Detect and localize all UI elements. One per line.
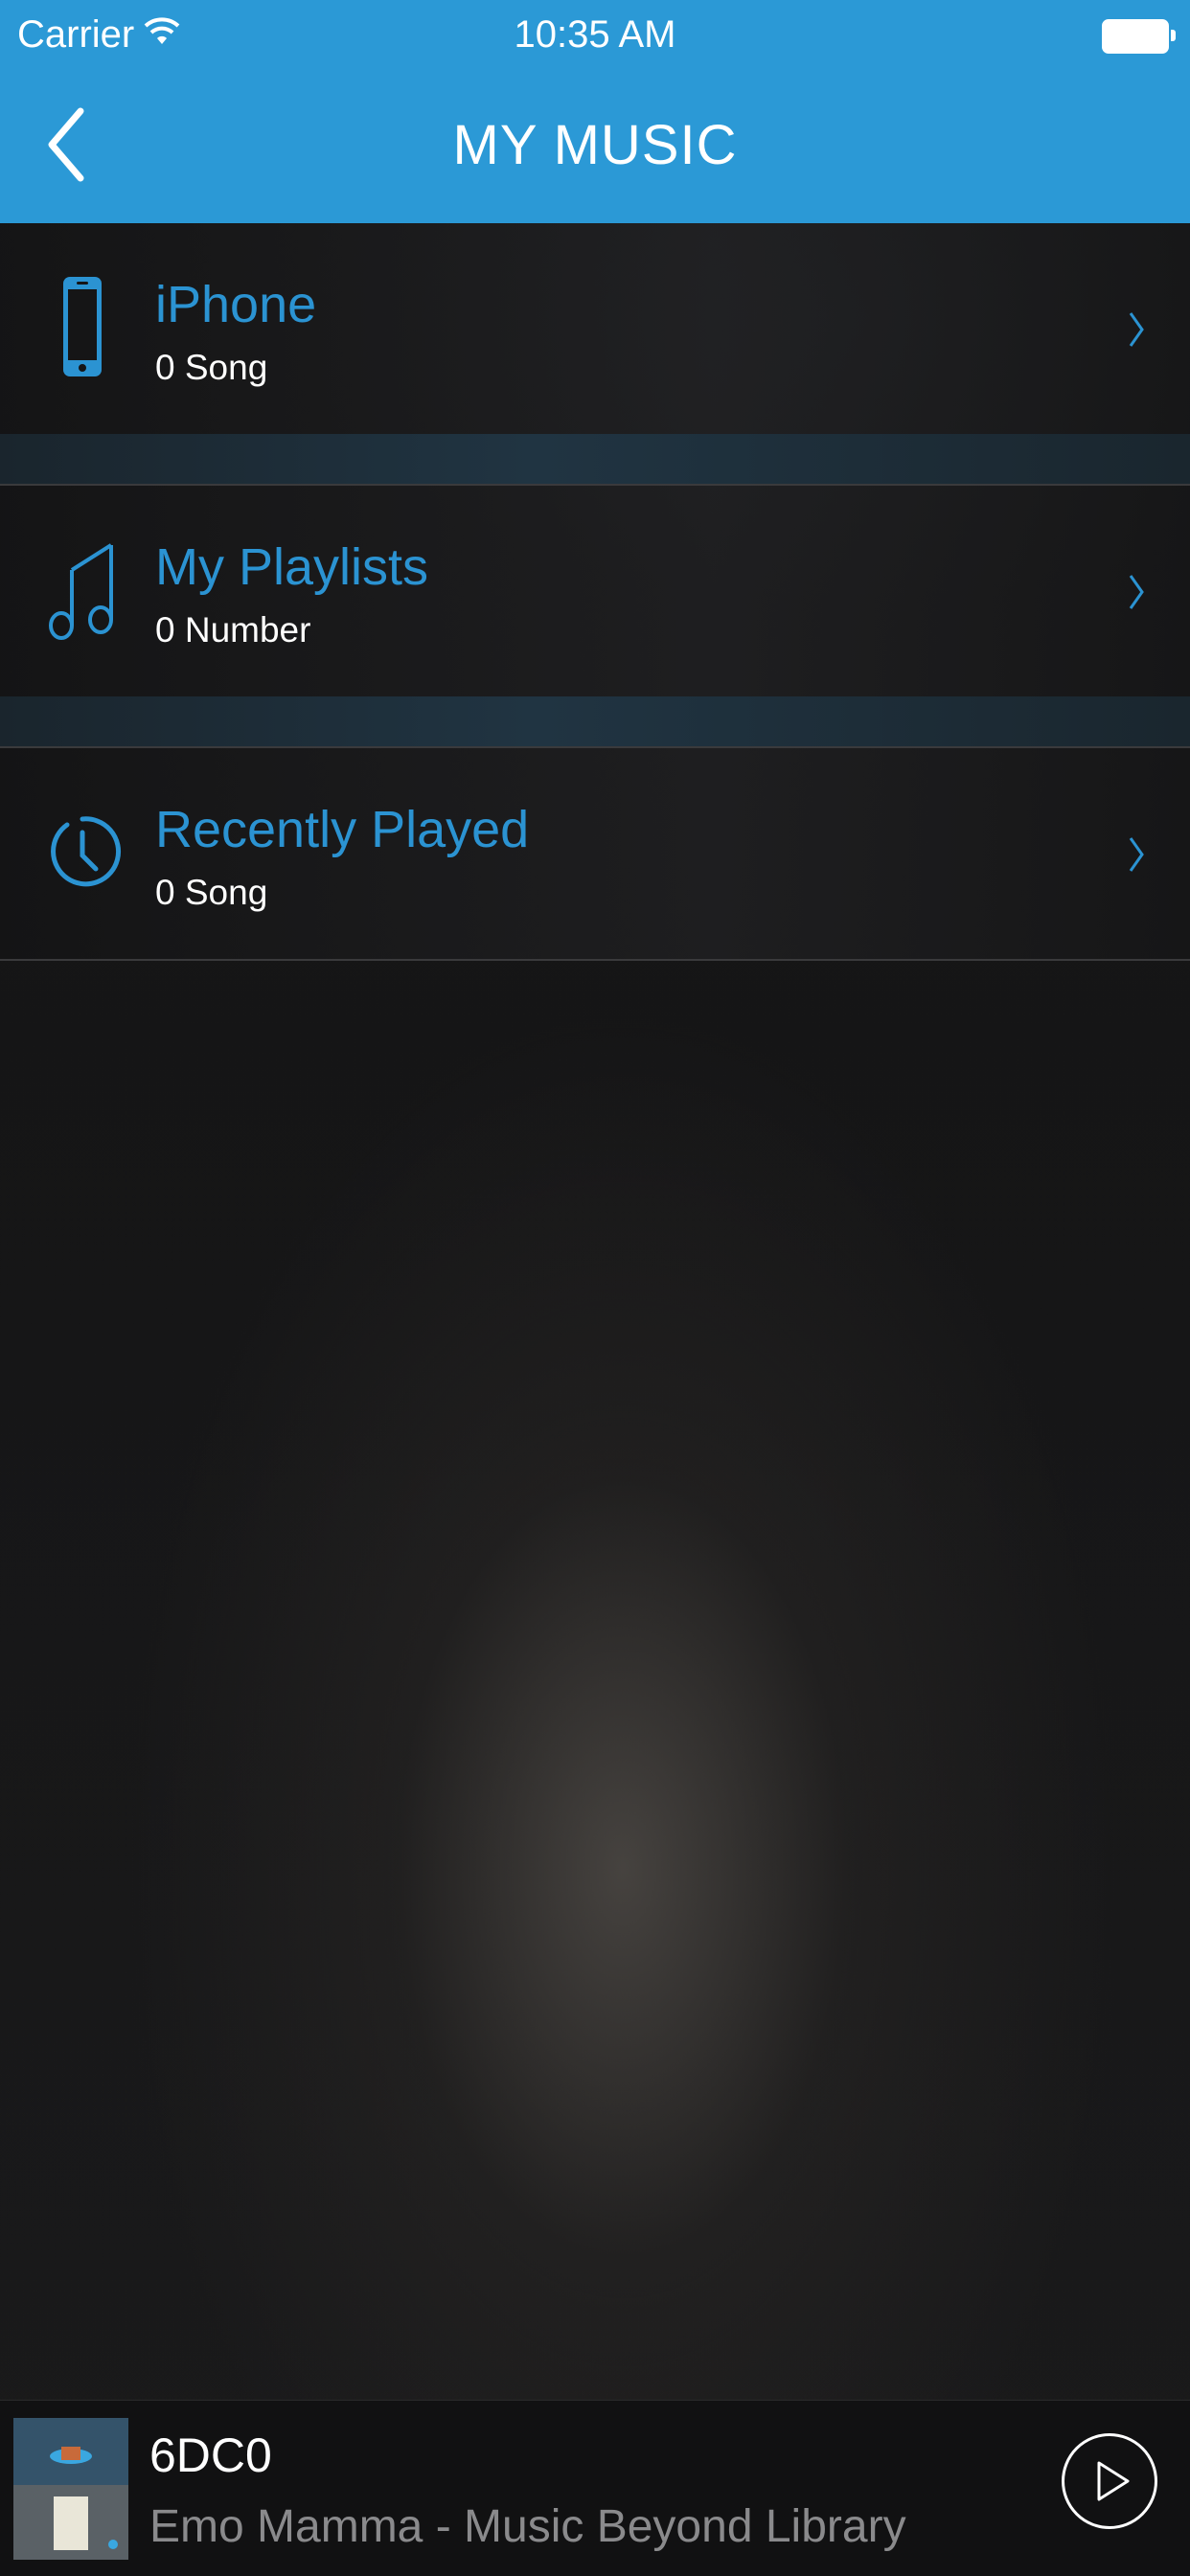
row-title: My Playlists xyxy=(155,538,429,596)
list-item-iphone[interactable]: iPhone 0 Song xyxy=(0,223,1190,436)
phone-icon xyxy=(63,277,102,376)
row-title: Recently Played xyxy=(155,801,530,858)
row-subtitle: 0 Song xyxy=(155,348,268,387)
mini-player[interactable]: 6DC0 Emo Mamma - Music Beyond Library xyxy=(0,2400,1190,2576)
track-subtitle: Emo Mamma - Music Beyond Library xyxy=(149,2501,906,2552)
navigation-bar: MY MUSIC xyxy=(0,73,1190,223)
chevron-right-icon xyxy=(1129,575,1144,609)
section-separator xyxy=(0,434,1190,486)
row-subtitle: 0 Song xyxy=(155,873,268,912)
row-subtitle: 0 Number xyxy=(155,610,311,650)
chevron-right-icon xyxy=(1129,312,1144,347)
album-art xyxy=(13,2418,128,2560)
battery-icon xyxy=(1102,19,1176,54)
list-item-my-playlists[interactable]: My Playlists 0 Number xyxy=(0,486,1190,698)
chevron-right-icon xyxy=(1129,837,1144,872)
music-note-icon xyxy=(49,543,113,640)
clock-icon xyxy=(51,816,122,887)
clock-time: 10:35 AM xyxy=(514,13,676,56)
page-title: MY MUSIC xyxy=(452,114,738,176)
list-item-recently-played[interactable]: Recently Played 0 Song xyxy=(0,748,1190,961)
section-separator xyxy=(0,696,1190,748)
row-title: iPhone xyxy=(155,276,317,333)
play-button[interactable] xyxy=(1062,2433,1157,2529)
track-title: 6DC0 xyxy=(149,2428,272,2482)
play-icon xyxy=(1097,2461,1130,2501)
status-bar: Carrier 10:35 AM xyxy=(0,0,1190,73)
